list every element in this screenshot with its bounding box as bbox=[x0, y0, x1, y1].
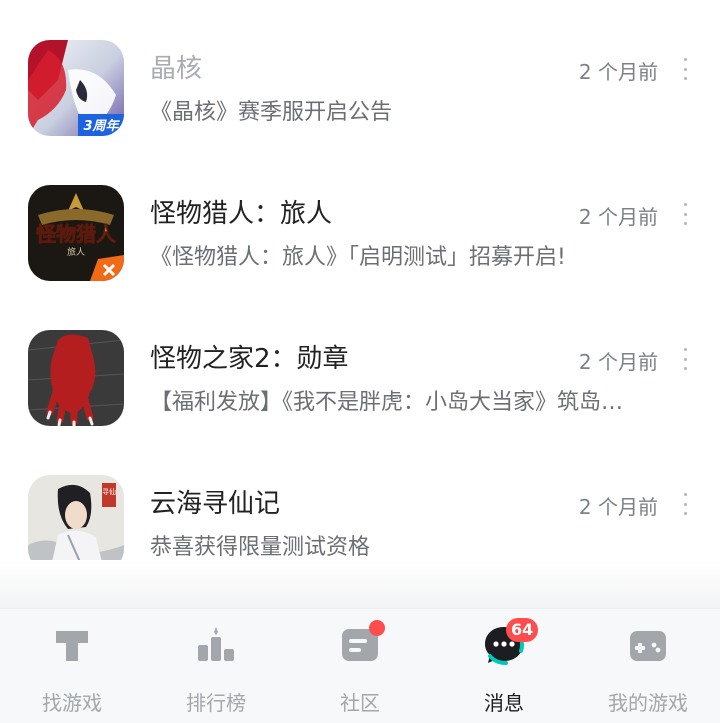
message-title: 云海寻仙记 bbox=[150, 489, 281, 519]
message-count-badge: 64 bbox=[506, 618, 539, 642]
message-time: 2 个月前 bbox=[578, 60, 658, 84]
tab-community[interactable]: 社区 bbox=[288, 609, 432, 723]
more-options-icon[interactable] bbox=[680, 493, 690, 515]
message-subtitle: 《怪物猎人：旅人》「启明测试」招募开启! bbox=[150, 245, 566, 270]
more-options-icon[interactable] bbox=[680, 58, 690, 80]
more-options-icon[interactable] bbox=[680, 348, 690, 370]
monster-hunter-game-icon[interactable]: 怪物猎人 旅人 bbox=[28, 185, 124, 281]
message-title: 怪物之家2：勋章 bbox=[150, 344, 349, 374]
message-subtitle: 恭喜获得限量测试资格 bbox=[150, 535, 371, 560]
message-item-monster-hunter[interactable]: 怪物猎人 旅人 怪物猎人：旅人 《怪物猎人：旅人》「启明测试」招募开启! 2 个… bbox=[0, 185, 720, 285]
svg-text:旅人: 旅人 bbox=[67, 246, 85, 258]
svg-text:寻仙: 寻仙 bbox=[102, 487, 116, 496]
tab-ranking[interactable]: 排行榜 bbox=[144, 609, 288, 723]
message-time: 2 个月前 bbox=[578, 495, 658, 519]
ranking-icon bbox=[194, 623, 238, 667]
message-time: 2 个月前 bbox=[578, 205, 658, 229]
message-item-monster-house[interactable]: 怪物之家2：勋章 【福利发放】《我不是胖虎：小岛大当家》筑岛… 2 个月前 bbox=[0, 330, 720, 430]
tab-messages[interactable]: 消息 bbox=[432, 609, 576, 723]
message-title: 晶核 bbox=[150, 54, 203, 84]
tab-find-game[interactable]: 找游戏 bbox=[0, 609, 144, 723]
tab-label: 消息 bbox=[484, 691, 524, 715]
message-item-jinghe[interactable]: 3周年 晶核 《晶核》赛季服开启公告 2 个月前 bbox=[0, 40, 720, 140]
tab-my-games[interactable]: 我的游戏 bbox=[576, 609, 720, 723]
svg-text:怪物猎人: 怪物猎人 bbox=[36, 222, 117, 246]
message-title: 怪物猎人：旅人 bbox=[150, 199, 333, 229]
tab-label: 社区 bbox=[340, 691, 380, 715]
message-subtitle: 《晶核》赛季服开启公告 bbox=[150, 100, 393, 125]
find-game-icon bbox=[50, 623, 94, 667]
monster-house-game-icon[interactable] bbox=[28, 330, 124, 426]
community-notification-dot bbox=[369, 620, 385, 636]
tab-label: 我的游戏 bbox=[608, 691, 688, 715]
jinghe-game-icon[interactable]: 3周年 bbox=[28, 40, 124, 136]
message-time: 2 个月前 bbox=[578, 350, 658, 374]
list-bottom-fade bbox=[0, 560, 720, 610]
yunhai-game-icon[interactable]: 寻仙 bbox=[28, 475, 124, 571]
svg-text:3周年: 3周年 bbox=[83, 118, 120, 134]
bottom-tab-bar: 找游戏 排行榜 社区 消息 我的游戏 bbox=[0, 608, 720, 723]
tab-label: 找游戏 bbox=[42, 691, 102, 715]
more-options-icon[interactable] bbox=[680, 203, 690, 225]
my-games-icon bbox=[626, 623, 670, 667]
message-subtitle: 【福利发放】《我不是胖虎：小岛大当家》筑岛… bbox=[150, 390, 624, 415]
tab-label: 排行榜 bbox=[186, 691, 246, 715]
